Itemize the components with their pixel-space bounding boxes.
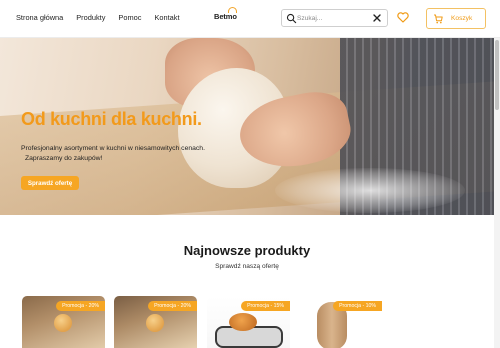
heart-icon[interactable]: [397, 12, 409, 23]
section-subtitle: Sprawdź naszą ofertę: [215, 263, 279, 270]
scrollbar-thumb[interactable]: [495, 40, 499, 110]
cart-label: Koszyk: [451, 15, 473, 22]
scrollbar[interactable]: [494, 38, 500, 348]
product-image: [146, 314, 164, 332]
logo-text: Betmo: [214, 12, 237, 21]
section-title: Najnowsze produkty: [183, 243, 311, 258]
promo-badge: Promocja - 10%: [333, 301, 382, 311]
product-card[interactable]: Promocja - 20%: [114, 296, 197, 348]
cart-icon: [434, 14, 443, 24]
promo-badge: Promocja - 20%: [56, 301, 105, 311]
product-card[interactable]: Promocja - 10%: [299, 296, 382, 348]
check-offer-button[interactable]: Sprawdź ofertę: [21, 176, 79, 190]
nav-link-contact[interactable]: Kontakt: [154, 13, 179, 22]
product-image: [54, 314, 72, 332]
hero-description: Profesjonalny asortyment w kuchni w nies…: [21, 144, 241, 163]
search-icon[interactable]: [286, 13, 297, 24]
search-box: [281, 9, 388, 27]
hero-description-line: Zapraszamy do zakupów!: [25, 154, 103, 162]
hero-title: Od kuchni dla kuchni.: [21, 109, 202, 129]
promo-badge: Promocja - 15%: [241, 301, 290, 311]
nav-link-home[interactable]: Strona główna: [16, 13, 63, 22]
close-icon[interactable]: [372, 13, 382, 23]
search-input[interactable]: [297, 12, 367, 25]
main-nav: Strona główna Produkty Pomoc Kontakt: [16, 13, 180, 22]
product-image: [229, 313, 257, 331]
product-card[interactable]: Promocja - 15%: [207, 296, 290, 348]
cart-button[interactable]: Koszyk: [426, 8, 486, 29]
promo-badge: Promocja - 20%: [148, 301, 197, 311]
nav-link-products[interactable]: Produkty: [76, 13, 105, 22]
logo[interactable]: Betmo: [214, 7, 237, 21]
nav-link-help[interactable]: Pomoc: [118, 13, 141, 22]
logo-mark-icon: [228, 7, 237, 13]
hero-banner: Od kuchni dla kuchni. Profesjonalny asor…: [0, 38, 494, 215]
product-card[interactable]: Promocja - 20%: [22, 296, 105, 348]
header: Strona główna Produkty Pomoc Kontakt Bet…: [0, 0, 500, 38]
hero-description-line: Profesjonalny asortyment w kuchni w nies…: [21, 145, 205, 152]
hero-image-flour: [275, 168, 465, 213]
